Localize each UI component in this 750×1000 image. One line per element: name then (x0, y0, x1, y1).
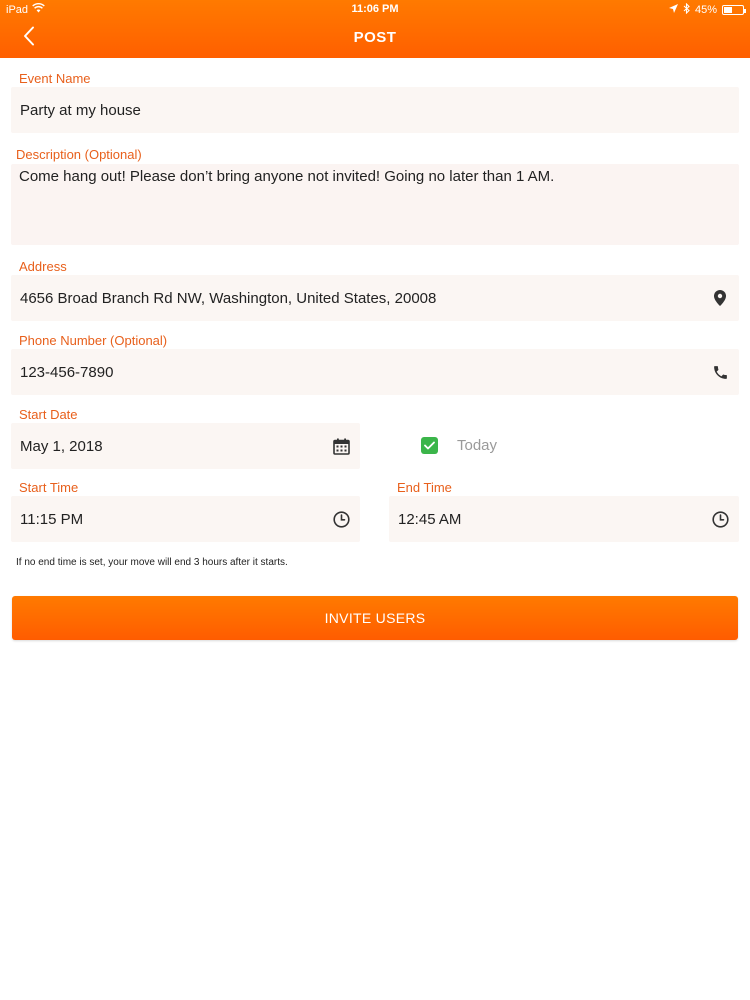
phone-value: 123-456-7890 (20, 363, 114, 381)
status-bar: iPad 11:06 PM 45% (0, 0, 750, 18)
bluetooth-icon (683, 2, 690, 17)
end-time-value: 12:45 AM (398, 510, 462, 528)
page-title: POST (353, 29, 397, 46)
battery-level (724, 7, 733, 13)
start-time-field[interactable]: 11:15 PM (11, 496, 360, 542)
description-label: Description (Optional) (16, 147, 142, 162)
phone-field[interactable]: 123-456-7890 (11, 349, 739, 395)
start-date-field[interactable]: May 1, 2018 (11, 423, 360, 469)
description-field[interactable]: Come hang out! Please don’t bring anyone… (11, 164, 739, 245)
start-time-value: 11:15 PM (20, 510, 84, 528)
phone-icon[interactable] (711, 363, 729, 381)
clock-icon[interactable] (332, 510, 350, 528)
invite-users-button[interactable]: INVITE USERS (12, 596, 738, 640)
start-date-label: Start Date (19, 407, 78, 422)
address-value: 4656 Broad Branch Rd NW, Washington, Uni… (20, 289, 437, 307)
end-time-hint: If no end time is set, your move will en… (16, 557, 288, 568)
navigation-bar: POST (0, 18, 750, 58)
event-name-field[interactable]: Party at my house (11, 87, 739, 133)
end-time-label: End Time (397, 480, 452, 495)
start-time-label: Start Time (19, 480, 79, 495)
today-checkbox[interactable] (421, 437, 438, 454)
end-time-field[interactable]: 12:45 AM (389, 496, 739, 542)
location-arrow-icon (668, 4, 678, 16)
status-time: 11:06 PM (351, 3, 399, 15)
battery-percent: 45% (694, 4, 717, 16)
map-pin-icon[interactable] (711, 289, 729, 307)
clock-icon[interactable] (711, 510, 729, 528)
phone-label: Phone Number (Optional) (19, 333, 168, 348)
event-name-label: Event Name (19, 71, 91, 86)
today-label: Today (457, 437, 498, 454)
description-value: Come hang out! Please don’t bring anyone… (19, 168, 555, 185)
calendar-icon[interactable] (332, 437, 350, 455)
address-field[interactable]: 4656 Broad Branch Rd NW, Washington, Uni… (11, 275, 739, 321)
battery-icon (722, 5, 746, 15)
address-label: Address (19, 259, 67, 274)
event-name-value: Party at my house (20, 101, 141, 119)
checkmark-icon (424, 437, 435, 455)
top-bar: iPad 11:06 PM 45% POST (0, 0, 750, 58)
start-date-value: May 1, 2018 (20, 437, 103, 455)
